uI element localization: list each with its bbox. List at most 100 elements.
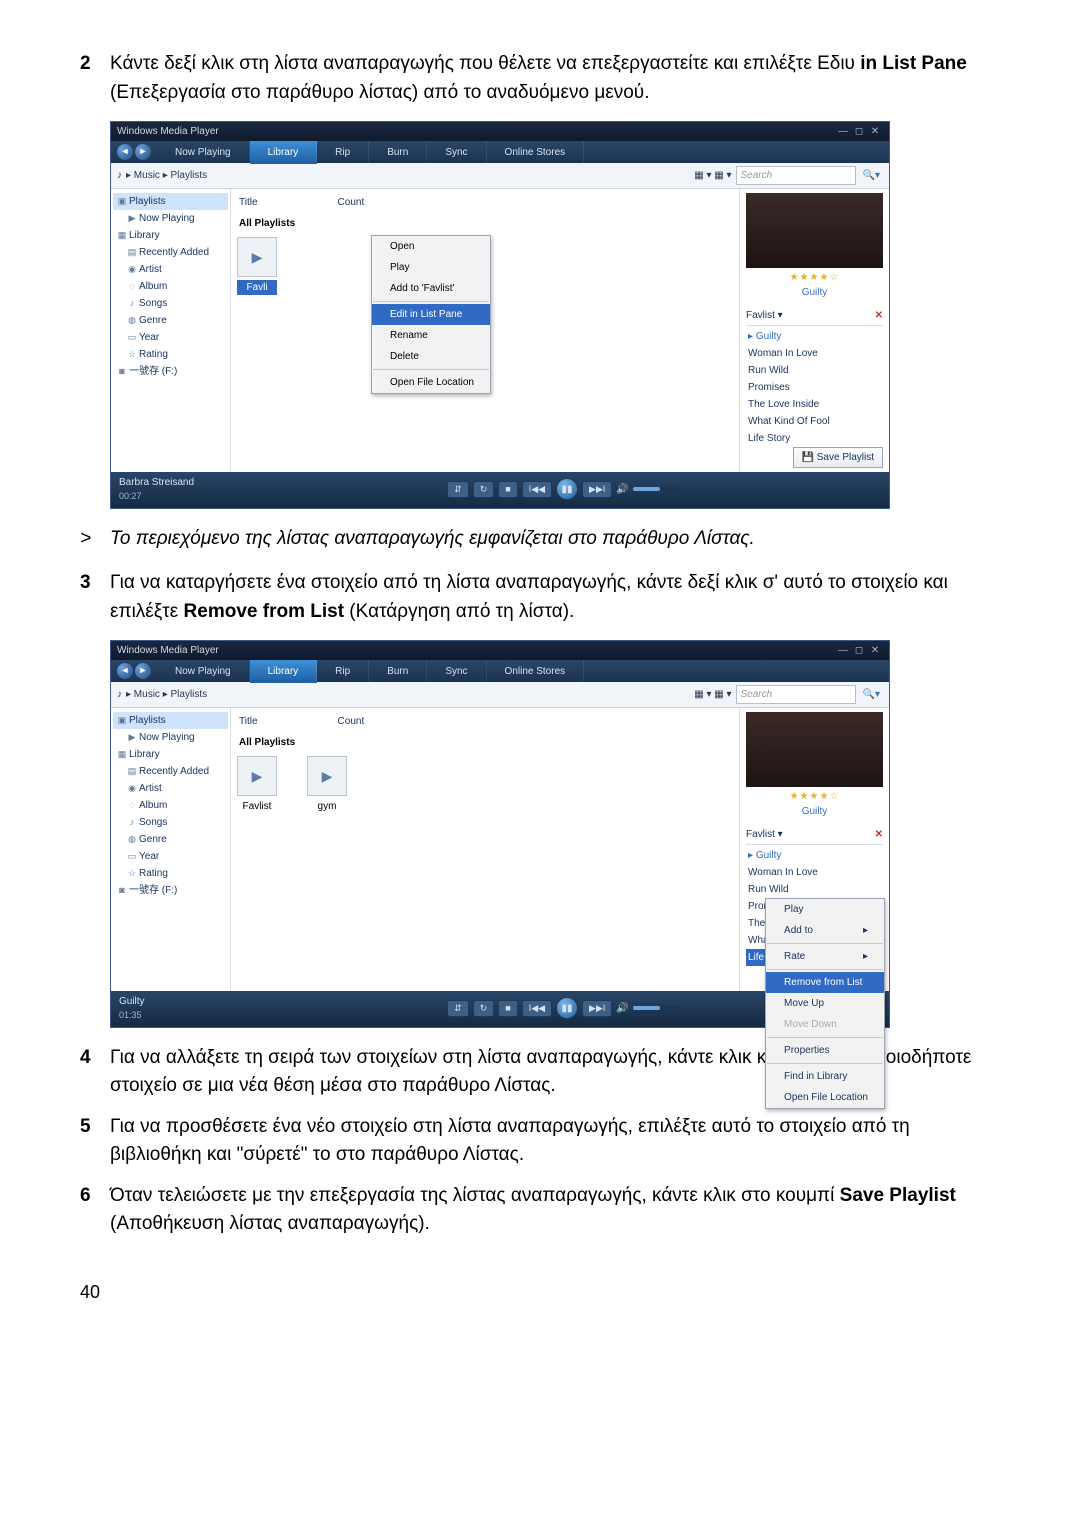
tab-burn[interactable]: Burn bbox=[369, 660, 427, 683]
volume-slider[interactable] bbox=[633, 1006, 683, 1010]
next-button[interactable]: ▶▶I bbox=[582, 481, 612, 499]
close-icon[interactable]: ✕ bbox=[867, 643, 883, 655]
tab-online-stores[interactable]: Online Stores bbox=[487, 660, 585, 683]
play-pause-button[interactable]: ▮▮ bbox=[556, 997, 578, 1019]
step-number: 5 bbox=[80, 1113, 110, 1170]
library-tree[interactable]: ▣Playlists ▶Now Playing ▦Library ▤Recent… bbox=[111, 708, 231, 991]
prev-button[interactable]: I◀◀ bbox=[522, 481, 552, 499]
tree-now-playing: ▶Now Playing bbox=[113, 210, 228, 227]
maximize-icon[interactable]: ◻ bbox=[851, 124, 867, 136]
library-tree[interactable]: ▣Playlists ▶Now Playing ▦Library ▤Recent… bbox=[111, 189, 231, 472]
maximize-icon[interactable]: ◻ bbox=[851, 643, 867, 655]
playlist-thumb[interactable]: ▶ gym bbox=[307, 756, 347, 814]
rating-stars[interactable]: ★★★★☆ bbox=[746, 270, 883, 285]
volume-slider[interactable] bbox=[633, 487, 683, 491]
playlist-name[interactable]: Favlist ▾ bbox=[746, 308, 783, 323]
menu-add-to[interactable]: Add to 'Favlist' bbox=[372, 278, 490, 299]
menu-play[interactable]: Play bbox=[766, 899, 884, 920]
column-headers[interactable]: Title Count bbox=[237, 712, 733, 733]
col-title[interactable]: Title bbox=[239, 195, 258, 210]
back-icon[interactable]: ◄ bbox=[117, 144, 133, 160]
menu-delete[interactable]: Delete bbox=[372, 346, 490, 367]
tab-now-playing[interactable]: Now Playing bbox=[157, 660, 250, 683]
forward-icon[interactable]: ► bbox=[135, 144, 151, 160]
menu-find-in-library[interactable]: Find in Library bbox=[766, 1066, 884, 1087]
track-item[interactable]: What Kind Of Fool bbox=[746, 413, 883, 430]
track-context-menu[interactable]: Play Add to▸ Rate▸ Remove from List Move… bbox=[765, 898, 885, 1109]
track-item[interactable]: ▸ Guilty bbox=[746, 328, 883, 345]
forward-icon[interactable]: ► bbox=[135, 663, 151, 679]
menu-open-file-location[interactable]: Open File Location bbox=[372, 372, 490, 393]
menu-move-up[interactable]: Move Up bbox=[766, 993, 884, 1014]
view-toggles[interactable]: ▦ ▾ ▦ ▾ bbox=[694, 168, 731, 183]
menu-open[interactable]: Open bbox=[372, 236, 490, 257]
play-pause-button[interactable]: ▮▮ bbox=[556, 478, 578, 500]
minimize-icon[interactable]: — bbox=[835, 643, 851, 655]
track-item[interactable]: Life Story bbox=[746, 430, 883, 447]
prev-button[interactable]: I◀◀ bbox=[522, 1000, 552, 1018]
breadcrumb[interactable]: ▸ Music ▸ Playlists bbox=[126, 687, 207, 702]
repeat-button[interactable]: ↻ bbox=[473, 481, 495, 499]
menu-add-to[interactable]: Add to▸ bbox=[766, 920, 884, 941]
tab-library[interactable]: Library bbox=[250, 141, 318, 164]
next-button[interactable]: ▶▶I bbox=[582, 1000, 612, 1018]
menu-remove-from-list[interactable]: Remove from List bbox=[766, 972, 884, 993]
playlist-thumb[interactable]: ▶ Favli bbox=[237, 237, 277, 295]
window-buttons[interactable]: —◻✕ bbox=[835, 124, 883, 139]
tab-sync[interactable]: Sync bbox=[427, 660, 486, 683]
col-title[interactable]: Title bbox=[239, 714, 258, 729]
stop-button[interactable]: ■ bbox=[498, 1000, 517, 1018]
track-item[interactable]: The Love Inside bbox=[746, 396, 883, 413]
wmp-screenshot-2: Windows Media Player —◻✕ ◄ ► Now Playing… bbox=[110, 640, 890, 1028]
tab-rip[interactable]: Rip bbox=[317, 660, 369, 683]
tab-sync[interactable]: Sync bbox=[427, 141, 486, 164]
breadcrumb[interactable]: ▸ Music ▸ Playlists bbox=[126, 168, 207, 183]
track-item[interactable]: Promises bbox=[746, 379, 883, 396]
minimize-icon[interactable]: — bbox=[835, 124, 851, 136]
menu-edit-list-pane[interactable]: Edit in List Pane bbox=[372, 304, 490, 325]
close-list-icon[interactable]: ✕ bbox=[875, 827, 883, 842]
tab-now-playing[interactable]: Now Playing bbox=[157, 141, 250, 164]
column-headers[interactable]: Title Count bbox=[237, 193, 733, 214]
tab-online-stores[interactable]: Online Stores bbox=[487, 141, 585, 164]
tab-library[interactable]: Library bbox=[250, 660, 318, 683]
volume-icon[interactable]: 🔊 bbox=[616, 482, 628, 497]
playlist-name[interactable]: Favlist ▾ bbox=[746, 827, 783, 842]
menu-play[interactable]: Play bbox=[372, 257, 490, 278]
close-list-icon[interactable]: ✕ bbox=[875, 308, 883, 323]
search-input[interactable]: Search bbox=[736, 685, 856, 704]
shuffle-button[interactable]: ⇵ bbox=[447, 481, 469, 499]
close-icon[interactable]: ✕ bbox=[867, 124, 883, 136]
nav-back-forward[interactable]: ◄ ► bbox=[111, 663, 157, 679]
search-input[interactable]: Search bbox=[736, 166, 856, 185]
tab-rip[interactable]: Rip bbox=[317, 141, 369, 164]
back-icon[interactable]: ◄ bbox=[117, 663, 133, 679]
track-item[interactable]: Woman In Love bbox=[746, 345, 883, 362]
view-toggles[interactable]: ▦ ▾ ▦ ▾ bbox=[694, 687, 731, 702]
track-item[interactable]: Run Wild bbox=[746, 881, 883, 898]
tab-burn[interactable]: Burn bbox=[369, 141, 427, 164]
playlist-thumb[interactable]: ▶ Favlist bbox=[237, 756, 277, 814]
menu-properties[interactable]: Properties bbox=[766, 1040, 884, 1061]
menu-rename[interactable]: Rename bbox=[372, 325, 490, 346]
track-item[interactable]: Run Wild bbox=[746, 362, 883, 379]
search-icon[interactable]: 🔍▾ bbox=[860, 168, 883, 183]
play-icon: ▶ bbox=[307, 756, 347, 796]
track-item[interactable]: ▸ Guilty bbox=[746, 847, 883, 864]
menu-move-down[interactable]: Move Down bbox=[766, 1014, 884, 1035]
window-buttons[interactable]: —◻✕ bbox=[835, 643, 883, 658]
volume-icon[interactable]: 🔊 bbox=[616, 1001, 628, 1016]
track-item[interactable]: Woman In Love bbox=[746, 864, 883, 881]
menu-open-file-location[interactable]: Open File Location bbox=[766, 1087, 884, 1108]
col-count[interactable]: Count bbox=[338, 195, 365, 210]
context-menu[interactable]: Open Play Add to 'Favlist' Edit in List … bbox=[371, 235, 491, 394]
shuffle-button[interactable]: ⇵ bbox=[447, 1000, 469, 1018]
rating-stars[interactable]: ★★★★☆ bbox=[746, 789, 883, 804]
repeat-button[interactable]: ↻ bbox=[473, 1000, 495, 1018]
menu-rate[interactable]: Rate▸ bbox=[766, 946, 884, 967]
nav-back-forward[interactable]: ◄ ► bbox=[111, 144, 157, 160]
col-count[interactable]: Count bbox=[338, 714, 365, 729]
search-icon[interactable]: 🔍▾ bbox=[860, 687, 883, 702]
stop-button[interactable]: ■ bbox=[498, 481, 517, 499]
save-playlist-button[interactable]: 💾 Save Playlist bbox=[793, 447, 883, 468]
